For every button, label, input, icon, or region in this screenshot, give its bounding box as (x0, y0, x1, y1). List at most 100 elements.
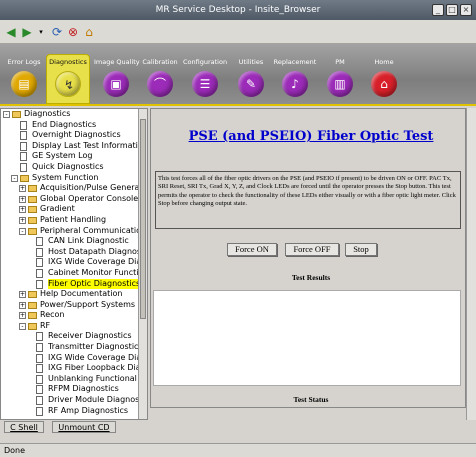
stop-button[interactable]: Stop (345, 243, 377, 256)
document-icon (36, 353, 43, 363)
tree-item-label: Display Last Test Informatic (32, 140, 143, 150)
tree-item-label: End Diagnostics (32, 119, 97, 129)
tree-item-label: IXG Fiber Loopback Diag (48, 363, 146, 373)
tree-item[interactable]: IXG Fiber Loopback Diag (1, 363, 146, 374)
tree-item[interactable]: GE System Log (1, 151, 140, 162)
document-icon (20, 141, 27, 151)
tree-item[interactable]: Transmitter Diagnostics (1, 342, 143, 353)
expand-icon[interactable]: + (19, 301, 26, 309)
document-icon (36, 332, 43, 342)
tree-item[interactable]: IXG Wide Coverage Diag (1, 353, 146, 364)
tree-item[interactable]: + Patient Handling (1, 215, 140, 226)
tree-item[interactable]: + Gradient (1, 204, 140, 215)
app-nav-bar: Error Logs ▤ Diagnostics ↯ Image Quality… (0, 44, 476, 106)
test-status-label: Test Status (293, 395, 329, 404)
close-icon[interactable]: × (460, 4, 472, 16)
tree-item-label: Overnight Diagnostics (32, 130, 121, 140)
collapse-icon[interactable]: - (19, 322, 26, 330)
tree-item-label: Gradient (40, 204, 75, 214)
nav-home[interactable]: Home ⌂ (362, 58, 406, 102)
nav-label: Image Quality (94, 58, 140, 66)
nav-diagnostics[interactable]: Diagnostics ↯ (46, 54, 90, 104)
tree-item[interactable]: RFPM Diagnostics (1, 384, 140, 395)
collapse-icon[interactable]: - (11, 174, 18, 182)
nav-label: Calibration (142, 58, 178, 66)
force-on-button[interactable]: Force ON (227, 243, 277, 256)
tree-item[interactable]: + Acquisition/Pulse Generat (1, 183, 143, 194)
tree-item[interactable]: End Diagnostics (1, 120, 140, 131)
tree-item[interactable]: Host Datapath Diagnost (1, 247, 144, 258)
home-icon[interactable]: ⌂ (82, 25, 96, 39)
collapse-icon[interactable]: - (19, 227, 26, 235)
document-icon (36, 247, 43, 257)
tree-item-label: Global Operator Console (40, 193, 139, 203)
tree-item[interactable]: - Diagnostics (1, 109, 140, 120)
tree-item[interactable]: Fiber Optic Diagnostics (1, 278, 141, 290)
tree-item[interactable]: IXG Wide Coverage Diag (1, 257, 146, 268)
content-vertical-scrollbar[interactable] (466, 108, 476, 420)
nav-error-logs[interactable]: Error Logs ▤ (2, 58, 46, 102)
tree-item[interactable]: RF Amp Diagnostics (1, 406, 140, 417)
maximize-icon[interactable]: □ (446, 4, 458, 16)
tree-item[interactable]: Cabinet Monitor Functic (1, 268, 143, 279)
tree-item[interactable]: Receiver Diagnostics (1, 331, 140, 342)
scrollbar-thumb[interactable] (140, 119, 146, 319)
tree-item-label: Power/Support Systems (40, 299, 136, 309)
tree-item[interactable]: - System Function (1, 173, 140, 184)
tree-item[interactable]: - Peripheral Communication (1, 226, 146, 237)
test-content-pane: PSE (and PSEIO) Fiber Optic Test This te… (150, 108, 466, 408)
diagnostics-tree-pane: - Diagnostics End Diagnostics Overnight Dia… (0, 108, 148, 420)
force-off-button[interactable]: Force OFF (285, 243, 339, 256)
expand-icon[interactable]: + (19, 291, 26, 299)
folder-icon (28, 301, 37, 309)
back-arrow-icon[interactable]: ◀ (4, 25, 18, 39)
tree-item[interactable]: CAN Link Diagnostic (1, 236, 140, 247)
folder-icon (28, 322, 37, 330)
collapse-icon[interactable]: - (3, 111, 10, 118)
dropdown-icon[interactable]: ▾ (34, 25, 48, 39)
document-icon (20, 131, 27, 141)
unmount-cd-button[interactable]: Unmount CD (52, 421, 116, 433)
tree-item[interactable]: + Help Documentation (1, 289, 140, 300)
forward-arrow-icon[interactable]: ▶ (20, 25, 34, 39)
tree-item[interactable]: + Recon (1, 310, 140, 321)
nav-image-quality[interactable]: Image Quality ▣ (94, 58, 140, 102)
tree-item[interactable]: Overnight Diagnostics (1, 130, 140, 141)
expand-icon[interactable]: + (19, 185, 26, 193)
nav-replacement[interactable]: Replacement ♪ (273, 58, 317, 102)
tree-item[interactable]: Quick Diagnostics (1, 162, 140, 173)
tree-item-label: IXG Wide Coverage Diag (48, 257, 147, 267)
nav-calibration[interactable]: Calibration ⌒ (138, 58, 182, 102)
tree-item[interactable]: + Power/Support Systems (1, 300, 140, 311)
tree-item-label: CAN Link Diagnostic (48, 236, 129, 246)
minimize-icon[interactable]: _ (432, 4, 444, 16)
tree-item[interactable]: + Global Operator Console (1, 194, 140, 205)
tree-item-label: Recon (40, 310, 65, 320)
tree-item[interactable]: - RF (1, 321, 140, 332)
tree-item-label: Driver Module Diagnost (48, 395, 143, 405)
tree-vertical-scrollbar[interactable] (138, 109, 147, 419)
document-icon (20, 120, 27, 130)
nav-configuration[interactable]: Configuration ☰ (183, 58, 227, 102)
tree-item-label: Acquisition/Pulse Generat (40, 183, 143, 193)
reload-icon[interactable]: ⟳ (50, 25, 64, 39)
diagnostics-icon: ↯ (63, 78, 75, 92)
tree-item-label: Patient Handling (40, 214, 107, 224)
status-text: Done (4, 446, 26, 455)
tree-item-label: Host Datapath Diagnost (48, 246, 145, 256)
diagnostics-tree: - Diagnostics End Diagnostics Overnight Dia… (1, 109, 146, 417)
expand-icon[interactable]: + (19, 312, 26, 320)
tree-item[interactable]: Unblanking Functional D (1, 374, 146, 385)
c-shell-button[interactable]: C Shell (4, 421, 44, 433)
nav-pm[interactable]: PM ▥ (318, 58, 362, 102)
calibration-icon: ⌒ (153, 77, 166, 91)
nav-utilities[interactable]: Utilities ✎ (229, 58, 273, 102)
nav-label: Replacement (273, 58, 317, 66)
expand-icon[interactable]: + (19, 206, 26, 214)
expand-icon[interactable]: + (19, 195, 26, 203)
expand-icon[interactable]: + (19, 216, 26, 224)
tree-item[interactable]: Driver Module Diagnost (1, 395, 143, 406)
stop-icon[interactable]: ⊗ (66, 25, 80, 39)
document-icon (36, 343, 43, 353)
tree-item[interactable]: Display Last Test Informatic (1, 140, 143, 152)
